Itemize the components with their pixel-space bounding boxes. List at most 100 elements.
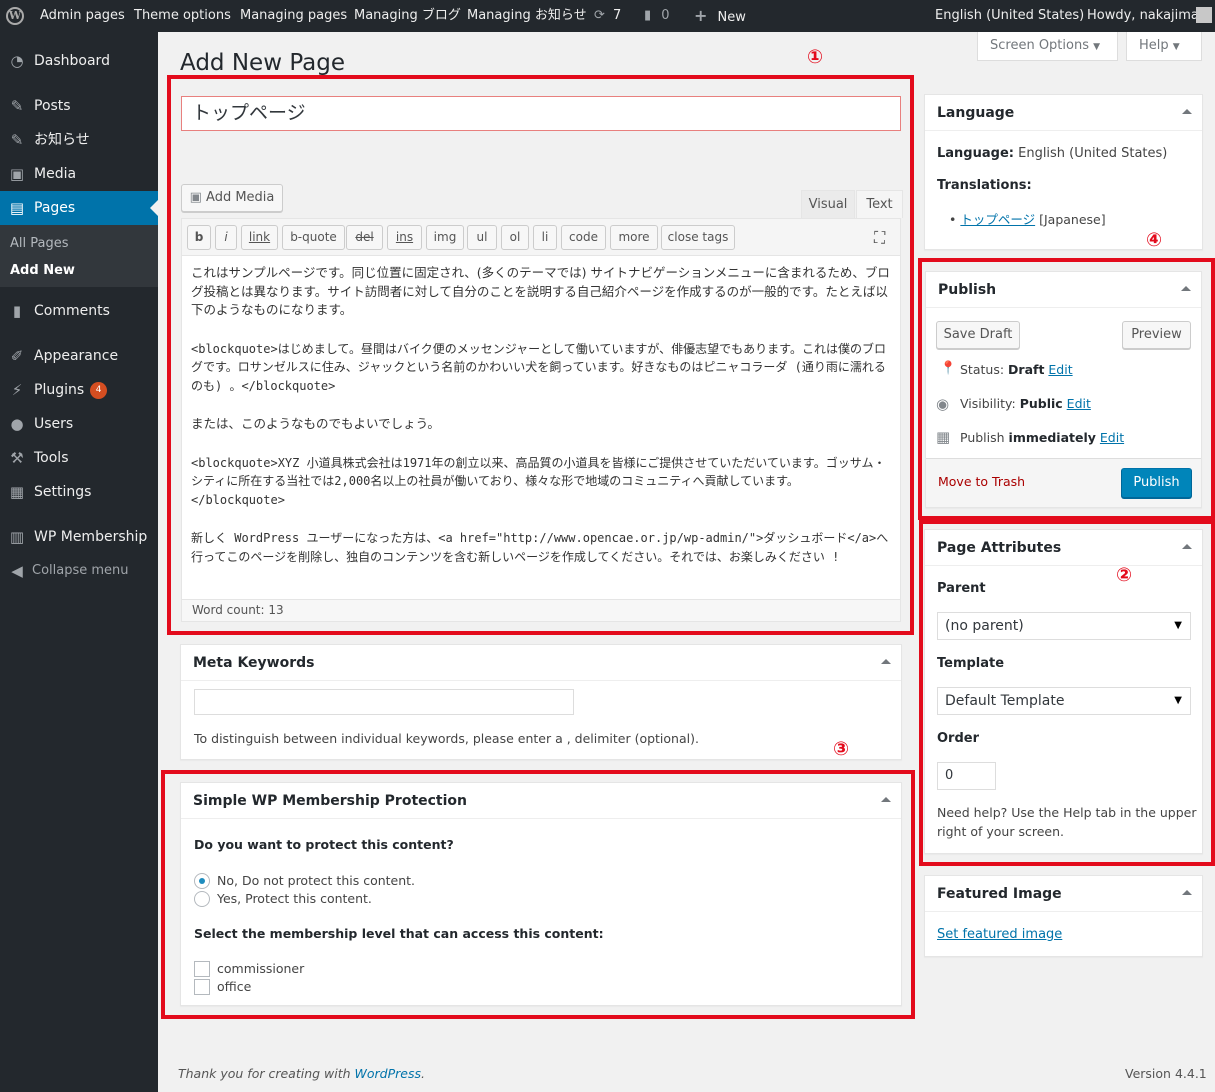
publish-date-row: Publish immediately Edit (960, 430, 1124, 445)
page-title: Add New Page (180, 50, 345, 76)
qt-italic-button[interactable]: i (215, 225, 237, 250)
sidebar-item-pages[interactable]: ▤ Pages (0, 191, 158, 225)
set-featured-image-link[interactable]: Set featured image (937, 927, 1062, 942)
avatar[interactable] (1196, 7, 1212, 23)
qt-ol-button[interactable]: ol (501, 225, 529, 250)
sidebar-item-news[interactable]: ✎ お知らせ (0, 123, 158, 157)
order-input[interactable]: 0 (937, 762, 996, 790)
level-office-label[interactable]: office (217, 979, 251, 994)
edit-visibility-link[interactable]: Edit (1067, 396, 1091, 411)
level-office-checkbox[interactable] (194, 979, 210, 995)
protect-no-radio[interactable] (194, 873, 210, 889)
comment-icon: ▮ (644, 8, 652, 23)
adminbar-managing-pages[interactable]: Managing pages (240, 0, 347, 32)
dropdown-arrow-icon: ▼ (1174, 620, 1182, 631)
help-button[interactable]: Help ▼ (1126, 32, 1202, 61)
toggle-arrow-icon[interactable] (1182, 109, 1192, 114)
qt-more-button[interactable]: more (610, 225, 658, 250)
qt-close-tags-button[interactable]: close tags (661, 225, 735, 250)
toggle-arrow-icon[interactable] (1182, 890, 1192, 895)
sidebar-item-posts[interactable]: ✎ Posts (0, 89, 158, 123)
translation-link[interactable]: トップページ (960, 212, 1035, 227)
protect-no-label[interactable]: No, Do not protect this content. (217, 873, 415, 888)
qt-code-button[interactable]: code (561, 225, 606, 250)
featured-image-title[interactable]: Featured Image (925, 876, 1202, 912)
add-media-button[interactable]: ▣ Add Media (181, 184, 283, 212)
sidebar-item-label: Media (34, 166, 77, 182)
edit-date-link[interactable]: Edit (1100, 430, 1124, 445)
move-to-trash-link[interactable]: Move to Trash (938, 474, 1025, 489)
save-draft-button[interactable]: Save Draft (936, 321, 1020, 349)
adminbar-new[interactable]: + New (694, 0, 746, 32)
qt-li-button[interactable]: li (533, 225, 557, 250)
adminbar-admin-pages[interactable]: Admin pages (40, 0, 125, 32)
preview-button[interactable]: Preview (1122, 321, 1191, 349)
footer-version: Version 4.4.1 (1125, 1066, 1207, 1081)
qt-bold-button[interactable]: b (187, 225, 211, 250)
adminbar-language[interactable]: English (United States) (935, 0, 1084, 32)
submenu-all-pages[interactable]: All Pages (10, 236, 69, 251)
publish-button[interactable]: Publish (1121, 468, 1192, 498)
content-paragraph: <blockquote>XYZ 小道具株式会社は1971年の創立以来、高品質の小… (191, 455, 886, 507)
adminbar-theme-options[interactable]: Theme options (134, 0, 231, 32)
title-input[interactable]: トップページ (181, 96, 901, 131)
language-title[interactable]: Language (925, 95, 1202, 131)
sidebar-item-settings[interactable]: ▦ Settings (0, 475, 158, 509)
protect-yes-label[interactable]: Yes, Protect this content. (217, 891, 372, 906)
meta-keywords-title[interactable]: Meta Keywords (181, 645, 901, 681)
meta-keywords-box: Meta Keywords To distinguish between ind… (180, 644, 902, 760)
sidebar-item-appearance[interactable]: ✐ Appearance (0, 339, 158, 373)
toggle-arrow-icon[interactable] (881, 659, 891, 664)
submenu-add-new[interactable]: Add New (10, 263, 75, 278)
adminbar-updates[interactable]: ⟳ 7 (594, 0, 621, 32)
adminbar-comments[interactable]: ▮ 0 (644, 0, 670, 32)
edit-status-link[interactable]: Edit (1048, 362, 1072, 377)
level-commissioner-checkbox[interactable] (194, 961, 210, 977)
protect-yes-radio[interactable] (194, 891, 210, 907)
fullscreen-icon[interactable]: ⛶ (874, 228, 885, 248)
qt-link-button[interactable]: link (241, 225, 278, 250)
qt-bquote-button[interactable]: b-quote (282, 225, 345, 250)
qt-del-button[interactable]: del (346, 225, 383, 250)
parent-select[interactable]: (no parent) ▼ (937, 612, 1191, 640)
sidebar-item-plugins[interactable]: ⚡ Plugins 4 (0, 373, 158, 407)
toggle-arrow-icon[interactable] (881, 797, 891, 802)
refresh-icon: ⟳ (594, 8, 605, 23)
sidebar-item-label: Plugins 4 (34, 373, 108, 407)
sidebar-item-wp-membership[interactable]: ▥ WP Membership (0, 520, 158, 554)
membership-title[interactable]: Simple WP Membership Protection (181, 783, 901, 819)
sidebar-item-comments[interactable]: ▮ Comments (0, 294, 158, 328)
toggle-arrow-icon[interactable] (1182, 544, 1192, 549)
page-attributes-title[interactable]: Page Attributes (925, 530, 1202, 566)
membership-protection-box: Simple WP Membership Protection Do you w… (180, 782, 902, 1006)
visibility-label: Visibility: (960, 396, 1016, 411)
publish-title[interactable]: Publish (926, 272, 1201, 308)
wordpress-logo-icon[interactable]: W (6, 7, 24, 25)
qt-img-button[interactable]: img (426, 225, 464, 250)
adminbar-managing-news[interactable]: Managing お知らせ (467, 0, 587, 32)
adminbar-managing-blog[interactable]: Managing ブログ (354, 0, 461, 32)
template-select[interactable]: Default Template ▼ (937, 687, 1191, 715)
footer-wordpress-link[interactable]: WordPress (355, 1066, 421, 1081)
collapse-menu-button[interactable]: ◀ Collapse menu (0, 554, 158, 588)
add-media-label: Add Media (206, 190, 275, 205)
status-value: Draft (1008, 362, 1045, 377)
sidebar-item-dashboard[interactable]: ◔ Dashboard (0, 44, 158, 78)
screen-options-button[interactable]: Screen Options ▼ (977, 32, 1118, 61)
tab-text[interactable]: Text (856, 190, 903, 218)
pages-submenu: All Pages Add New (0, 225, 158, 287)
sidebar-item-users[interactable]: ● Users (0, 407, 158, 441)
level-commissioner-label[interactable]: commissioner (217, 961, 304, 976)
sidebar-item-tools[interactable]: ⚒ Tools (0, 441, 158, 475)
sidebar-item-media[interactable]: ▣ Media (0, 157, 158, 191)
toggle-arrow-icon[interactable] (1181, 286, 1191, 291)
pin-icon: 📍 (940, 361, 957, 376)
meta-keywords-input[interactable] (194, 689, 574, 715)
qt-ul-button[interactable]: ul (467, 225, 497, 250)
content-textarea[interactable]: これはサンプルページです。同じ位置に固定され、(多くのテーマでは) サイトナビゲ… (181, 255, 901, 600)
brush-icon: ✐ (10, 347, 24, 365)
tab-visual[interactable]: Visual (801, 190, 855, 218)
qt-ins-button[interactable]: ins (387, 225, 422, 250)
adminbar-howdy[interactable]: Howdy, nakajima (1087, 0, 1199, 32)
translation-item: • トップページ [Japanese] (949, 212, 1106, 227)
